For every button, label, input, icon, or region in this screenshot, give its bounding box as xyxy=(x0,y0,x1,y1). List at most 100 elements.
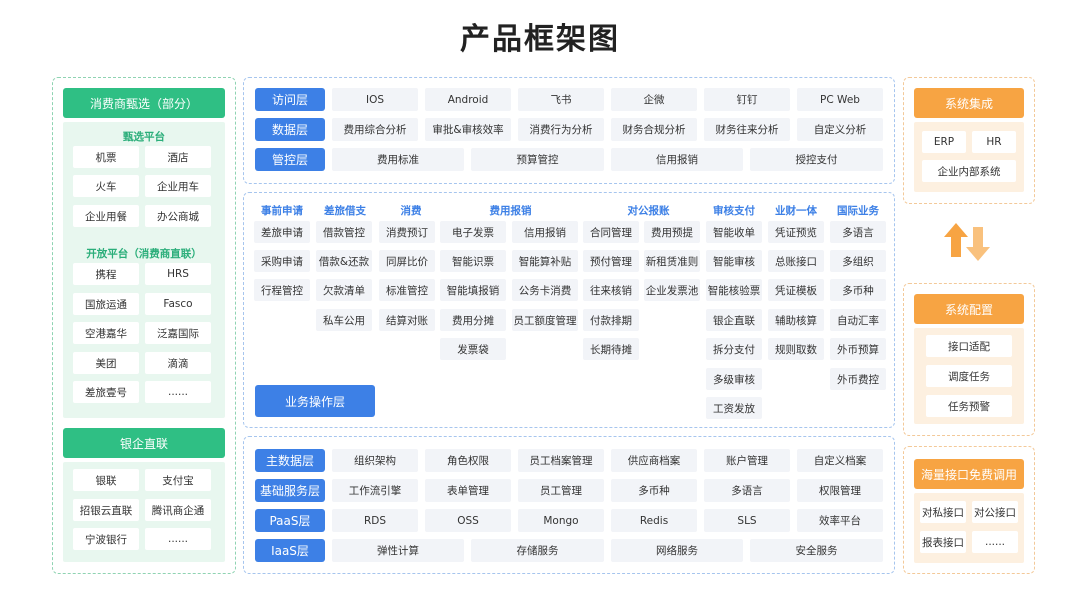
paas-item[interactable]: RDS xyxy=(332,509,418,532)
paas-item[interactable]: Redis xyxy=(611,509,697,532)
open-item[interactable]: 美团 xyxy=(73,352,139,374)
op-item[interactable]: 智能填报销 xyxy=(440,279,506,301)
op-item[interactable]: 标准管控 xyxy=(379,279,435,301)
control-item[interactable]: 信用报销 xyxy=(611,148,743,171)
control-item[interactable]: 预算管控 xyxy=(471,148,604,171)
op-item[interactable]: 外币费控 xyxy=(830,368,886,390)
op-item[interactable]: 欠款清单 xyxy=(316,279,372,301)
control-item[interactable]: 授控支付 xyxy=(750,148,883,171)
service-item[interactable]: 多币种 xyxy=(611,479,697,502)
op-item[interactable]: 智能识票 xyxy=(440,250,506,272)
bank-item[interactable]: 腾讯商企通 xyxy=(145,499,211,521)
master-item[interactable]: 自定义档案 xyxy=(797,449,883,472)
access-item[interactable]: 飞书 xyxy=(518,88,604,111)
sel-item[interactable]: 火车 xyxy=(73,175,139,197)
data-item[interactable]: 审批&审核效率 xyxy=(425,118,511,141)
op-item[interactable]: 结算对账 xyxy=(379,309,435,331)
op-item[interactable]: 同屏比价 xyxy=(379,250,435,272)
config-item[interactable]: 接口适配 xyxy=(926,335,1012,357)
open-item[interactable]: 国旅运通 xyxy=(73,293,139,315)
open-item[interactable]: Fasco xyxy=(145,293,211,315)
op-item[interactable]: 多级审核 xyxy=(706,368,762,390)
op-item[interactable]: 拆分支付 xyxy=(706,338,762,360)
op-item[interactable]: 借款管控 xyxy=(316,221,372,243)
service-item[interactable]: 多语言 xyxy=(704,479,790,502)
data-item[interactable]: 财务合规分析 xyxy=(611,118,697,141)
bank-item[interactable]: ...... xyxy=(145,528,211,550)
sel-item[interactable]: 机票 xyxy=(73,146,139,168)
open-item[interactable]: ...... xyxy=(145,381,211,403)
op-item[interactable]: 智能收单 xyxy=(706,221,762,243)
op-item[interactable]: 长期待摊 xyxy=(583,338,639,360)
control-item[interactable]: 费用标准 xyxy=(332,148,464,171)
bank-item[interactable]: 银联 xyxy=(73,469,139,491)
config-item[interactable]: 任务预警 xyxy=(926,395,1012,417)
bank-item[interactable]: 支付宝 xyxy=(145,469,211,491)
op-item[interactable]: 借款&还款 xyxy=(316,250,372,272)
service-item[interactable]: 工作流引擎 xyxy=(332,479,418,502)
op-item[interactable]: 智能核验票 xyxy=(706,279,762,301)
paas-item[interactable]: SLS xyxy=(704,509,790,532)
open-item[interactable]: 空港嘉华 xyxy=(73,322,139,344)
bank-item[interactable]: 招银云直联 xyxy=(73,499,139,521)
paas-item[interactable]: 效率平台 xyxy=(797,509,883,532)
op-item[interactable]: 智能审核 xyxy=(706,250,762,272)
iaas-item[interactable]: 弹性计算 xyxy=(332,539,464,562)
integration-item[interactable]: ERP xyxy=(922,131,966,153)
open-item[interactable]: HRS xyxy=(145,263,211,285)
access-item[interactable]: 企微 xyxy=(611,88,697,111)
op-item[interactable]: 新租赁准则 xyxy=(644,250,700,272)
op-item[interactable]: 规则取数 xyxy=(768,338,824,360)
api-item[interactable]: 报表接口 xyxy=(920,531,966,553)
paas-item[interactable]: Mongo xyxy=(518,509,604,532)
master-item[interactable]: 组织架构 xyxy=(332,449,418,472)
op-item[interactable]: 企业发票池 xyxy=(644,279,700,301)
op-item[interactable]: 费用分摊 xyxy=(440,309,506,331)
master-item[interactable]: 角色权限 xyxy=(425,449,511,472)
op-item[interactable]: 员工额度管理 xyxy=(512,309,578,331)
paas-item[interactable]: OSS xyxy=(425,509,511,532)
service-item[interactable]: 权限管理 xyxy=(797,479,883,502)
op-item[interactable]: 工资发放 xyxy=(706,397,762,419)
op-item[interactable]: 信用报销 xyxy=(512,221,578,243)
iaas-item[interactable]: 安全服务 xyxy=(750,539,883,562)
api-item[interactable]: 对公接口 xyxy=(972,501,1018,523)
sel-item[interactable]: 企业用餐 xyxy=(73,205,139,227)
data-item[interactable]: 消费行为分析 xyxy=(518,118,604,141)
op-item[interactable]: 费用预提 xyxy=(644,221,700,243)
data-item[interactable]: 财务往来分析 xyxy=(704,118,790,141)
op-item[interactable]: 私车公用 xyxy=(316,309,372,331)
op-item[interactable]: 付款排期 xyxy=(583,309,639,331)
open-item[interactable]: 差旅壹号 xyxy=(73,381,139,403)
op-item[interactable]: 电子发票 xyxy=(440,221,506,243)
integration-item[interactable]: 企业内部系统 xyxy=(922,160,1016,182)
op-item[interactable]: 凭证模板 xyxy=(768,279,824,301)
sel-item[interactable]: 办公商城 xyxy=(145,205,211,227)
iaas-item[interactable]: 存储服务 xyxy=(471,539,604,562)
data-item[interactable]: 自定义分析 xyxy=(797,118,883,141)
bank-item[interactable]: 宁波银行 xyxy=(73,528,139,550)
master-item[interactable]: 账户管理 xyxy=(704,449,790,472)
op-item[interactable]: 辅助核算 xyxy=(768,309,824,331)
data-item[interactable]: 费用综合分析 xyxy=(332,118,418,141)
master-item[interactable]: 供应商档案 xyxy=(611,449,697,472)
service-item[interactable]: 表单管理 xyxy=(425,479,511,502)
api-item[interactable]: ...... xyxy=(972,531,1018,553)
api-item[interactable]: 对私接口 xyxy=(920,501,966,523)
master-item[interactable]: 员工档案管理 xyxy=(518,449,604,472)
op-item[interactable]: 银企直联 xyxy=(706,309,762,331)
op-item[interactable]: 差旅申请 xyxy=(254,221,310,243)
op-item[interactable]: 公务卡消费 xyxy=(512,279,578,301)
open-item[interactable]: 携程 xyxy=(73,263,139,285)
sel-item[interactable]: 企业用车 xyxy=(145,175,211,197)
op-item[interactable]: 智能算补贴 xyxy=(512,250,578,272)
access-item[interactable]: 钉钉 xyxy=(704,88,790,111)
op-item[interactable]: 自动汇率 xyxy=(830,309,886,331)
access-item[interactable]: Android xyxy=(425,88,511,111)
op-item[interactable]: 发票袋 xyxy=(440,338,506,360)
op-item[interactable]: 多语言 xyxy=(830,221,886,243)
sel-item[interactable]: 酒店 xyxy=(145,146,211,168)
access-item[interactable]: IOS xyxy=(332,88,418,111)
op-item[interactable]: 凭证预览 xyxy=(768,221,824,243)
open-item[interactable]: 泛嘉国际 xyxy=(145,322,211,344)
